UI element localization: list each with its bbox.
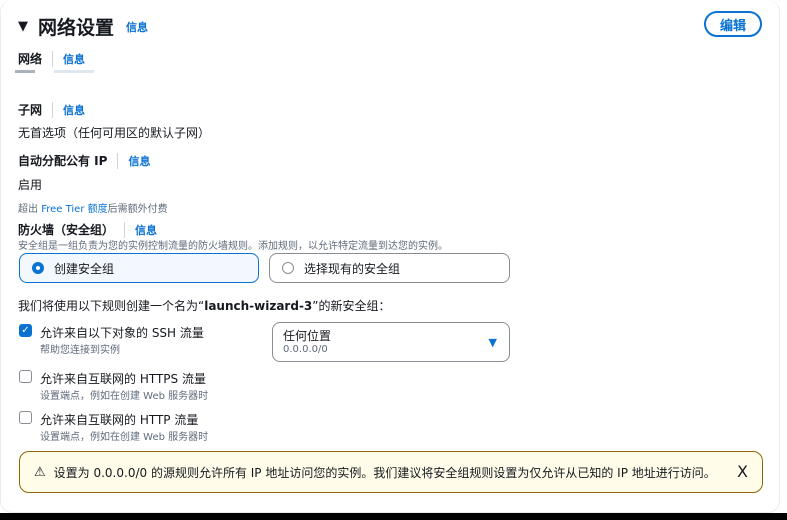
firewall-description: 安全组是一组负责为您的实例控制流量的防火墙规则。添加规则，以允许特定流量到达您的…	[18, 241, 448, 252]
public-ip-label: 自动分配公有 IP 信息	[18, 152, 150, 169]
subnet-label-text: 子网	[18, 103, 43, 117]
public-ip-info-link[interactable]: 信息	[117, 152, 150, 169]
tab-info[interactable]: 信息	[52, 50, 85, 67]
subnet-info-link[interactable]: 信息	[52, 101, 85, 118]
screen-bottom-edge	[0, 513, 787, 520]
tab-indicator	[54, 70, 94, 73]
rule-label: 允许来自以下对象的 SSH 流量	[40, 326, 204, 340]
rule-hint: 帮助您连接到实例	[40, 345, 120, 356]
note-suffix: 后需额外付费	[107, 204, 168, 215]
warning-alert: ⚠ 设置为 0.0.0.0/0 的源规则允许所有 IP 地址访问您的实例。我们建…	[19, 451, 763, 493]
rule-hint: 设置端点，例如在创建 Web 服务器时	[40, 432, 209, 443]
public-ip-value: 启用	[18, 178, 43, 192]
radio-label: 选择现有的安全组	[304, 261, 401, 276]
checkbox-https[interactable]	[19, 370, 32, 383]
tabs: 网络 信息	[18, 50, 85, 67]
free-tier-note: 超出 Free Tier 额度后需额外付费	[18, 200, 168, 215]
info-link[interactable]: 信息	[126, 19, 148, 35]
tab-network[interactable]: 网络	[18, 50, 42, 67]
rule-hint: 设置端点，例如在创建 Web 服务器时	[40, 391, 209, 402]
radio-select-existing-security-group[interactable]: 选择现有的安全组	[269, 253, 510, 283]
rule-ssh: ✓ 允许来自以下对象的 SSH 流量 帮助您连接到实例	[19, 324, 204, 356]
collapse-triangle-icon[interactable]: ▼	[18, 19, 28, 34]
rule-https: 允许来自互联网的 HTTPS 流量 设置端点，例如在创建 Web 服务器时	[19, 370, 208, 402]
subnet-value: 无首选项（任何可用区的默认子网）	[18, 126, 211, 140]
rules-intro-prefix: 我们将使用以下规则创建一个名为“	[18, 299, 205, 313]
firewall-label-text: 防火墙（安全组）	[18, 223, 115, 237]
free-tier-link[interactable]: Free Tier 额度	[41, 204, 107, 215]
radio-create-security-group[interactable]: 创建安全组	[19, 253, 259, 283]
section-header: ▼ 网络设置 信息	[18, 13, 148, 40]
checkbox-ssh[interactable]: ✓	[19, 324, 32, 337]
radio-label: 创建安全组	[54, 261, 115, 276]
firewall-label: 防火墙（安全组） 信息	[18, 221, 157, 238]
subnet-label: 子网 信息	[18, 101, 85, 118]
radio-selected-icon	[32, 262, 44, 274]
alert-text: 设置为 0.0.0.0/0 的源规则允许所有 IP 地址访问您的实例。我们建议将…	[53, 465, 716, 480]
tab-indicator	[15, 70, 35, 73]
rule-label: 允许来自互联网的 HTTP 流量	[40, 413, 199, 427]
rules-intro-suffix: ”的新安全组：	[312, 299, 391, 313]
firewall-info-link[interactable]: 信息	[124, 221, 157, 238]
ssh-source-select[interactable]: 任何位置 0.0.0.0/0 ▼	[272, 322, 510, 362]
public-ip-label-text: 自动分配公有 IP	[18, 154, 108, 168]
rule-label: 允许来自互联网的 HTTPS 流量	[40, 372, 206, 386]
checkbox-http[interactable]	[19, 411, 32, 424]
radio-unselected-icon	[282, 262, 294, 274]
select-label: 任何位置	[283, 329, 332, 343]
close-icon[interactable]: X	[737, 462, 748, 481]
security-group-name: launch-wizard-3	[204, 299, 313, 313]
rule-http: 允许来自互联网的 HTTP 流量 设置端点，例如在创建 Web 服务器时	[19, 411, 208, 443]
select-value: 0.0.0.0/0	[283, 344, 328, 355]
edit-button[interactable]: 编辑	[704, 11, 762, 37]
rules-intro: 我们将使用以下规则创建一个名为“launch-wizard-3”的新安全组：	[18, 297, 391, 314]
note-prefix: 超出	[18, 204, 42, 215]
section-title: 网络设置	[38, 17, 115, 39]
warning-icon: ⚠	[34, 464, 46, 480]
caret-down-icon: ▼	[488, 336, 497, 349]
